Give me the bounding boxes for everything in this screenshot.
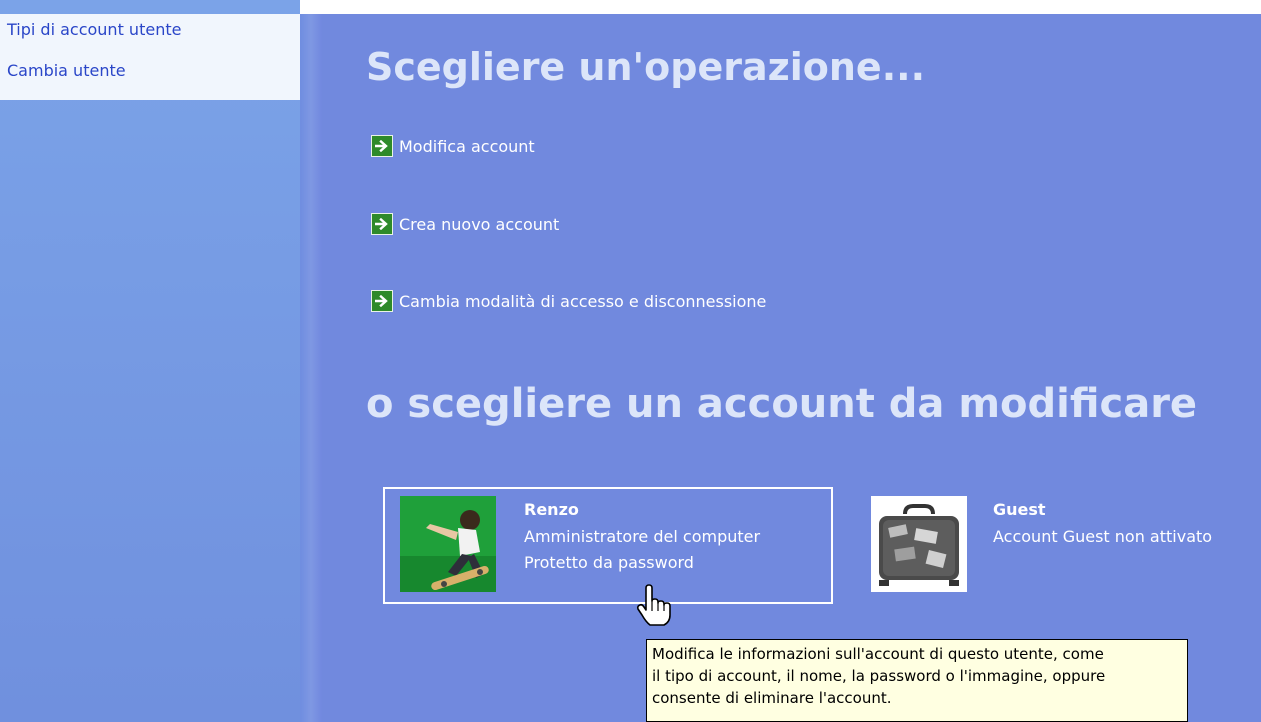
page-title-pick-task: Scegliere un'operazione...	[366, 45, 926, 89]
tooltip-line: Modifica le informazioni sull'account di…	[652, 645, 1104, 663]
account-status: Protetto da password	[524, 553, 694, 572]
tooltip-line: il tipo di account, il nome, la password…	[652, 667, 1106, 685]
account-type: Amministratore del computer	[524, 527, 761, 546]
hand-cursor-icon	[634, 584, 674, 628]
tooltip-line: consente di eliminare l'account.	[652, 689, 892, 707]
task-modify-account[interactable]: Modifica account	[371, 134, 535, 158]
task-label: Crea nuovo account	[399, 214, 560, 234]
account-name: Renzo	[524, 500, 579, 519]
section-title-pick-account: o scegliere un account da modificare	[366, 381, 1198, 427]
green-arrow-icon	[371, 135, 393, 157]
account-name: Guest	[993, 500, 1046, 519]
green-arrow-icon	[371, 290, 393, 312]
pane-divider	[300, 14, 322, 722]
task-label: Modifica account	[399, 136, 535, 156]
main-content	[322, 14, 1261, 722]
task-change-logon[interactable]: Cambia modalità di accesso e disconnessi…	[371, 289, 766, 313]
task-label: Cambia modalità di accesso e disconnessi…	[399, 291, 767, 311]
task-create-account[interactable]: Crea nuovo account	[371, 212, 559, 236]
account-tooltip: Modifica le informazioni sull'account di…	[646, 639, 1188, 722]
account-status: Account Guest non attivato	[993, 527, 1213, 546]
skateboarder-picture	[400, 496, 496, 592]
sidebar-link-account-types[interactable]: Tipi di account utente	[7, 20, 181, 39]
sidebar-link-switch-user[interactable]: Cambia utente	[7, 61, 126, 80]
sidebar	[0, 0, 300, 722]
suitcase-picture	[871, 496, 967, 592]
green-arrow-icon	[371, 213, 393, 235]
